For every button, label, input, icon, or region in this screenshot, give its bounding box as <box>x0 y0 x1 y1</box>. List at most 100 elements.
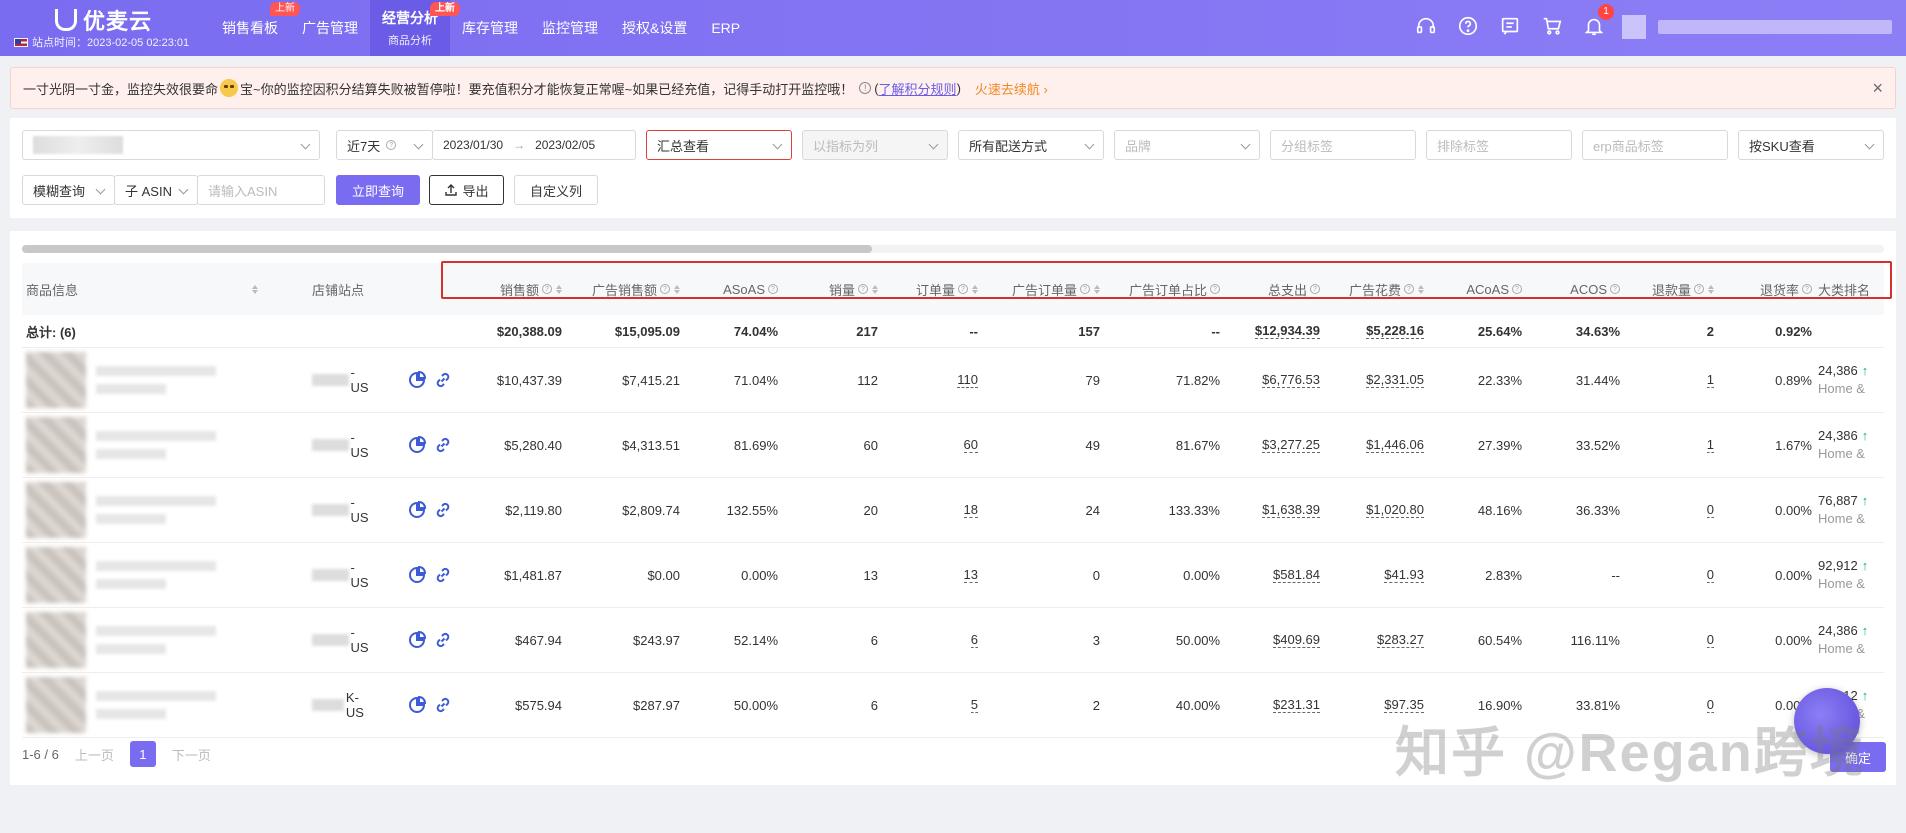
nav-inventory[interactable]: 库存管理 <box>450 0 530 56</box>
ad-spend[interactable]: $283.27 <box>1320 608 1424 672</box>
indicator-column-select[interactable]: 以指标为列 <box>802 130 948 160</box>
total-spend[interactable]: $409.69 <box>1220 608 1320 672</box>
ad-sales: $287.97 <box>633 697 680 713</box>
chart-pie-icon[interactable] <box>408 695 427 714</box>
orders[interactable]: 110 <box>878 348 978 412</box>
headset-icon[interactable] <box>1414 14 1438 38</box>
bell-icon[interactable]: 1 <box>1582 4 1614 38</box>
col-product[interactable]: 商品信息 <box>26 263 258 315</box>
total-ad-spend[interactable]: $5,228.16 <box>1320 315 1424 347</box>
help-icon[interactable] <box>1456 14 1480 38</box>
points-rule-link[interactable]: 了解积分规则 <box>879 79 957 98</box>
export-button[interactable]: 导出 <box>429 175 504 205</box>
recharge-link[interactable]: 火速去续航 › <box>975 79 1048 98</box>
refunds[interactable]: 1 <box>1620 413 1714 477</box>
ad-spend[interactable]: $1,020.80 <box>1320 478 1424 542</box>
col-refund-rate[interactable]: 退货率? <box>1714 263 1812 315</box>
sort-icon[interactable] <box>252 284 258 294</box>
period-select[interactable]: 近7天 ? <box>336 130 433 160</box>
link-icon[interactable] <box>434 436 452 454</box>
orders[interactable]: 5 <box>878 673 978 737</box>
link-icon[interactable] <box>434 696 452 714</box>
delivery-select[interactable]: 所有配送方式 <box>958 130 1104 160</box>
custom-columns-button[interactable]: 自定义列 <box>514 175 598 205</box>
view-mode-select[interactable]: 汇总查看 <box>646 130 792 160</box>
col-asoas[interactable]: ASoAS? <box>682 263 778 315</box>
col-acoas[interactable]: ACoAS? <box>1424 263 1522 315</box>
nav-ad-management[interactable]: 广告管理 <box>290 0 370 56</box>
horizontal-scrollbar[interactable] <box>22 245 1884 253</box>
orders[interactable]: 60 <box>878 413 978 477</box>
brand-logo[interactable]: 优麦云 <box>55 4 152 36</box>
product-info[interactable] <box>26 478 306 542</box>
page-number-1[interactable]: 1 <box>129 741 156 767</box>
product-info[interactable] <box>26 543 306 607</box>
user-menu[interactable] <box>1622 14 1892 40</box>
col-ad-sales[interactable]: 广告销售额? <box>562 263 680 315</box>
sku-view-select[interactable]: 按SKU查看 <box>1738 130 1884 160</box>
product-table: 商品信息 店铺站点 销售额? 广告销售额? ASoAS? 销量? 订单量? 广告… <box>22 263 1884 738</box>
brand-select[interactable]: 品牌 <box>1114 130 1260 160</box>
asin-type-select[interactable]: 子 ASIN <box>114 175 198 205</box>
product-thumbnail <box>26 417 86 473</box>
shop-select[interactable] <box>22 130 320 160</box>
link-icon[interactable] <box>434 371 452 389</box>
link-icon[interactable] <box>434 501 452 519</box>
col-orders[interactable]: 订单量? <box>878 263 978 315</box>
col-units[interactable]: 销量? <box>778 263 878 315</box>
total-spend[interactable]: $231.31 <box>1220 673 1320 737</box>
chart-pie-icon[interactable] <box>408 565 427 584</box>
scrollbar-thumb[interactable] <box>22 245 872 253</box>
group-tag-input[interactable]: 分组标签 <box>1270 130 1416 160</box>
orders[interactable]: 6 <box>878 608 978 672</box>
asin-input[interactable]: 请输入ASIN <box>197 175 325 205</box>
refunds[interactable]: 0 <box>1620 608 1714 672</box>
nav-erp[interactable]: ERP <box>699 0 752 56</box>
chart-pie-icon[interactable] <box>408 370 427 389</box>
col-acos[interactable]: ACOS? <box>1522 263 1620 315</box>
orders[interactable]: 18 <box>878 478 978 542</box>
ad-spend[interactable]: $41.93 <box>1320 543 1424 607</box>
message-icon[interactable] <box>1498 14 1522 38</box>
product-info[interactable] <box>26 413 306 477</box>
product-info[interactable] <box>26 608 306 672</box>
total-spend[interactable]: $581.84 <box>1220 543 1320 607</box>
product-info[interactable] <box>26 348 306 412</box>
exclude-tag-input[interactable]: 排除标签 <box>1426 130 1572 160</box>
notification-badge: 1 <box>1598 4 1614 20</box>
total-total-spend[interactable]: $12,934.39 <box>1220 315 1320 347</box>
nav-business-analysis[interactable]: 经营分析 商品分析 上新 <box>370 0 460 56</box>
prev-page-button[interactable]: 上一页 <box>75 745 114 764</box>
total-spend[interactable]: $3,277.25 <box>1220 413 1320 477</box>
nav-monitoring[interactable]: 监控管理 <box>530 0 610 56</box>
col-sales[interactable]: 销售额? <box>452 263 562 315</box>
close-icon[interactable]: × <box>1872 78 1883 99</box>
query-button[interactable]: 立即查询 <box>336 175 420 205</box>
refunds[interactable]: 1 <box>1620 348 1714 412</box>
nav-sales-board[interactable]: 销售看板 上新 <box>210 0 300 56</box>
ad-spend[interactable]: $1,446.06 <box>1320 413 1424 477</box>
col-refunds[interactable]: 退款量? <box>1620 263 1714 315</box>
link-icon[interactable] <box>434 566 452 584</box>
col-ad-spend[interactable]: 广告花费? <box>1320 263 1424 315</box>
col-ad-order-ratio[interactable]: 广告订单占比? <box>1100 263 1220 315</box>
chart-pie-icon[interactable] <box>408 435 427 454</box>
link-icon[interactable] <box>434 631 452 649</box>
refunds[interactable]: 0 <box>1620 478 1714 542</box>
total-spend[interactable]: $1,638.39 <box>1220 478 1320 542</box>
orders[interactable]: 13 <box>878 543 978 607</box>
refunds[interactable]: 0 <box>1620 543 1714 607</box>
erp-tag-input[interactable]: erp商品标签 <box>1582 130 1728 160</box>
chart-pie-icon[interactable] <box>408 500 427 519</box>
total-spend[interactable]: $6,776.53 <box>1220 348 1320 412</box>
chart-pie-icon[interactable] <box>408 630 427 649</box>
date-range-picker[interactable]: 2023/01/30 → 2023/02/05 <box>432 130 636 160</box>
col-ad-orders[interactable]: 广告订单量? <box>978 263 1100 315</box>
next-page-button[interactable]: 下一页 <box>172 745 211 764</box>
cart-icon[interactable] <box>1540 14 1564 38</box>
ad-spend[interactable]: $2,331.05 <box>1320 348 1424 412</box>
product-info[interactable] <box>26 673 306 737</box>
fuzzy-query-select[interactable]: 模糊查询 <box>22 175 115 205</box>
col-total-spend[interactable]: 总支出? <box>1220 263 1320 315</box>
nav-auth-settings[interactable]: 授权&设置 <box>610 0 699 56</box>
